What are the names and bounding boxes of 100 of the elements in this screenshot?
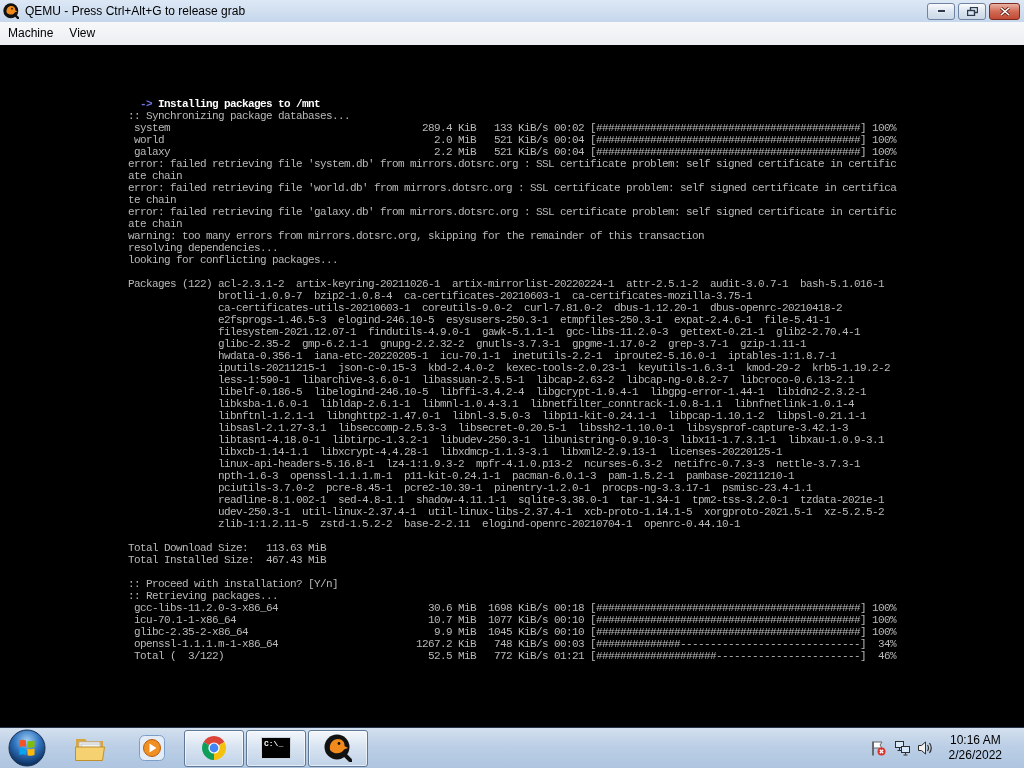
- percent-text: 100%: [872, 122, 896, 134]
- console-line: ate chain: [128, 218, 182, 230]
- app-logo-icon: [3, 3, 19, 19]
- console-line: error: failed retrieving file 'galaxy.db' from mirrors.dotsrc.org : SSL certificate problem: self signed certificate in certific: [128, 206, 897, 218]
- transfer-size: 289.4 KiB: [422, 122, 476, 134]
- console-line: looking for conflicting packages...: [128, 254, 339, 266]
- console-line: error: failed retrieving file 'system.db' from mirrors.dotsrc.org : SSL certificate problem: self signed certificate in certific: [128, 158, 897, 170]
- transfer-rate: 748 KiB/s: [494, 638, 548, 650]
- percent-text: 100%: [872, 602, 896, 614]
- eta-time: 00:18: [554, 602, 584, 614]
- play-icon: [139, 735, 165, 761]
- restore-button[interactable]: [958, 2, 986, 20]
- eta-time: 00:04: [554, 146, 584, 158]
- package-name: gcc-libs-11.2.0-3-x86_64: [134, 602, 279, 614]
- transfer-rate: 1045 KiB/s: [488, 626, 548, 638]
- minimize-button[interactable]: [927, 2, 955, 20]
- percent-text: 100%: [872, 614, 896, 626]
- package-list-line: pciutils-3.7.0-2 pcre-8.45-1 pcre2-10.39-1 pinentry-1.2.0-1 procps-ng-3.3.17-1 psmisc-23.4-1.1: [218, 482, 813, 494]
- package-name: openssl-1.1.1.m-1-x86_64: [134, 638, 279, 650]
- package-name: system: [134, 122, 170, 134]
- taskbar-button[interactable]: [308, 729, 368, 767]
- menu-item[interactable]: View: [61, 23, 104, 44]
- transfer-size: 2.2 MiB: [434, 146, 476, 158]
- progress-bar-text: [############################################]: [589, 134, 866, 146]
- transfer-rate: 772 KiB/s: [494, 650, 548, 662]
- package-list-line: iputils-20211215-1 json-c-0.15-3 kbd-2.4.0-2 kexec-tools-2.0.23-1 keyutils-1.6.3-1 kmod-29-2 krb5-1.19.2-2: [218, 362, 891, 374]
- menu-item[interactable]: Machine: [0, 23, 62, 44]
- eta-time: 00:10: [554, 626, 584, 638]
- console-line: resolving dependencies...: [128, 242, 279, 254]
- eta-time: 00:10: [554, 614, 584, 626]
- console-line: warning: too many errors from mirrors.dotsrc.org, skipping for the remainder of this transaction: [128, 230, 705, 242]
- eta-time: 00:02: [554, 122, 584, 134]
- package-name: icu-70.1-1-x86_64: [134, 614, 237, 626]
- package-list-line: readline-8.1.002-1 sed-4.8-1.1 shadow-4.11.1-1 sqlite-3.38.0-1 tar-1.34-1 tpm2-tss-3.2.0-1 tzdata-2021e-1: [218, 494, 885, 506]
- percent-text: 46%: [878, 650, 896, 662]
- percent-text: 34%: [878, 638, 896, 650]
- transfer-size: 1267.2 KiB: [416, 638, 476, 650]
- progress-bar-text: [############################################]: [589, 626, 866, 638]
- restore-icon: [966, 6, 978, 16]
- package-list-line: libtasn1-4.18.0-1 libtirpc-1.3.2-1 libudev-250.3-1 libunistring-0.9.10-3 libx11-1.7.3.1-1 libxau-1.0.9-3.1: [218, 434, 885, 446]
- package-list-line: filesystem-2021.12.07-1 findutils-4.9.0-1 gawk-5.1.1-1 gcc-libs-11.2.0-3 gettext-0.21-1 glib2-2.70.4-1: [218, 326, 861, 338]
- package-list-line: libksba-1.6.0-1 libldap-2.6.1-1 libmnl-1.0.4-3.1 libnetfilter_conntrack-1.0.8-1.1 libnfnetlink-1.0.1-4: [218, 398, 855, 410]
- progress-bar-text: [############################################]: [589, 614, 866, 626]
- package-list-line: ca-certificates-utils-20210603-1 coreutils-9.0-2 curl-7.81.0-2 dbus-1.12.20-1 dbus-openrc-20210418-2: [218, 302, 843, 314]
- package-name: glibc-2.35-2-x86_64: [134, 626, 249, 638]
- close-button[interactable]: [989, 2, 1020, 20]
- flag-icon[interactable]: [869, 740, 886, 756]
- percent-text: 100%: [872, 626, 896, 638]
- clock-button[interactable]: 10:16 AM 2/26/2022: [942, 730, 1008, 766]
- package-list-line: hwdata-0.356-1 iana-etc-20220205-1 icu-70.1-1 inetutils-2.2-1 iproute2-5.16.0-1 iptables-1:1.8.7-1: [218, 350, 837, 362]
- step-heading: Installing packages to /mnt: [158, 98, 321, 110]
- transfer-rate: 521 KiB/s: [494, 146, 548, 158]
- package-list-line: libxcb-1.14-1.1 libxcrypt-4.4.28-1 libxdmcp-1.1.3-3.1 libxml2-2.9.13-1 licenses-20220125-1: [218, 446, 783, 458]
- transfer-rate: 133 KiB/s: [494, 122, 548, 134]
- package-list-line: libelf-0.186-5 libelogind-246.10-5 libffi-3.4.2-4 libgcrypt-1.9.4-1 libgpg-error-1.44-1 libidn2-2.3.2-1: [218, 386, 867, 398]
- window-title: QEMU - Press Ctrl+Alt+G to release grab: [25, 4, 246, 18]
- console-line: te chain: [128, 194, 176, 206]
- package-list-line: libsasl-2.1.27-3.1 libseccomp-2.5.3-3 libsecret-0.20.5-1 libssh2-1.10.0-1 libsysprof-capture-3.42.1-3: [218, 422, 849, 434]
- package-list-line: brotli-1.0.9-7 bzip2-1.0.8-4 ca-certificates-20210603-1 ca-certificates-mozilla-3.75-1: [218, 290, 753, 302]
- ring-icon: [200, 734, 228, 762]
- console-line: :: Synchronizing package databases...: [128, 110, 351, 122]
- console-line: Total Download Size: 113.63 MiB: [128, 542, 327, 554]
- percent-text: 100%: [872, 134, 896, 146]
- eta-time: 00:03: [554, 638, 584, 650]
- transfer-size: 52.5 MiB: [428, 650, 476, 662]
- eta-time: 01:21: [554, 650, 584, 662]
- transfer-rate: 521 KiB/s: [494, 134, 548, 146]
- transfer-size: 9.9 MiB: [434, 626, 476, 638]
- package-list-line: acl-2.3.1-2 artix-keyring-20211026-1 artix-mirrorlist-20220224-1 attr-2.5.1-2 audit-3.0.7-1 bash-5.1.016-1: [218, 278, 885, 290]
- package-list-line: linux-api-headers-5.16.8-1 lz4-1:1.9.3-2 mpfr-4.1.0.p13-2 ncurses-6.3-2 netifrc-0.7.3-3 nettle-3.7.3-1: [218, 458, 861, 470]
- close-icon: [999, 6, 1010, 16]
- progress-bar-text: [############################################]: [589, 602, 866, 614]
- step-marker: ->: [140, 98, 152, 110]
- progress-bar-text: [############################################]: [589, 146, 866, 158]
- package-list-line: libnftnl-1.2.1-1 libnghttp2-1.47.0-1 libnl-3.5.0-3 libp11-kit-0.24.1-1 libpcap-1.10.1-2 libpsl-0.21.1-1: [218, 410, 867, 422]
- package-name: Total ( 3/122): [134, 650, 225, 662]
- package-name: galaxy: [134, 146, 170, 158]
- app-logo-icon: [324, 734, 352, 762]
- packages-label: Packages (122): [128, 278, 212, 290]
- speaker-icon[interactable]: [916, 740, 933, 756]
- eta-time: 00:04: [554, 134, 584, 146]
- package-list-line: zlib-1:1.2.11-5 zstd-1.5.2-2 base-2-2.11 elogind-openrc-20210704-1 openrc-0.44.10-1: [218, 518, 741, 530]
- console-line: Total Installed Size: 467.43 MiB: [128, 554, 327, 566]
- package-list-line: npth-1.6-3 openssl-1.1.1.m-1 p11-kit-0.24.1-1 pacman-6.0.1-3 pam-1.5.2-1 pambase-20211210-1: [218, 470, 795, 482]
- transfer-rate: 1698 KiB/s: [488, 602, 548, 614]
- console-line: :: Proceed with installation? [Y/n]: [128, 578, 339, 590]
- minimize-icon: [936, 9, 946, 13]
- console-line: error: failed retrieving file 'world.db' from mirrors.dotsrc.org : SSL certificate problem: self signed certificate in certifica: [128, 182, 897, 194]
- percent-text: 100%: [872, 146, 896, 158]
- taskbar-button[interactable]: C:\_: [246, 729, 306, 767]
- package-list-line: udev-250.3-1 util-linux-2.37.4-1 util-linux-libs-2.37.4-1 xcb-proto-1.14.1-5 xorgproto-2021.5-1 xz-5.2.5-2: [218, 506, 885, 518]
- terminal-icon: C:\_: [261, 737, 291, 759]
- package-list-line: less-1:590-1 libarchive-3.6.0-1 libassuan-2.5.5-1 libcap-2.63-2 libcap-ng-0.8.2-7 libcroco-0.6.13-2.1: [218, 374, 855, 386]
- package-name: world: [134, 134, 164, 146]
- progress-bar-text: [####################------------------------]: [589, 650, 866, 662]
- network-icon[interactable]: [893, 740, 910, 756]
- package-list-line: glibc-2.35-2 gmp-6.2.1-1 gnupg-2.2.32-2 gnutls-3.7.3-1 gpgme-1.17.0-2 grep-3.7-1 gzip-1.11-1: [218, 338, 807, 350]
- transfer-size: 10.7 MiB: [428, 614, 476, 626]
- progress-bar-text: [##############------------------------------]: [589, 638, 866, 650]
- console-line: ate chain: [128, 170, 182, 182]
